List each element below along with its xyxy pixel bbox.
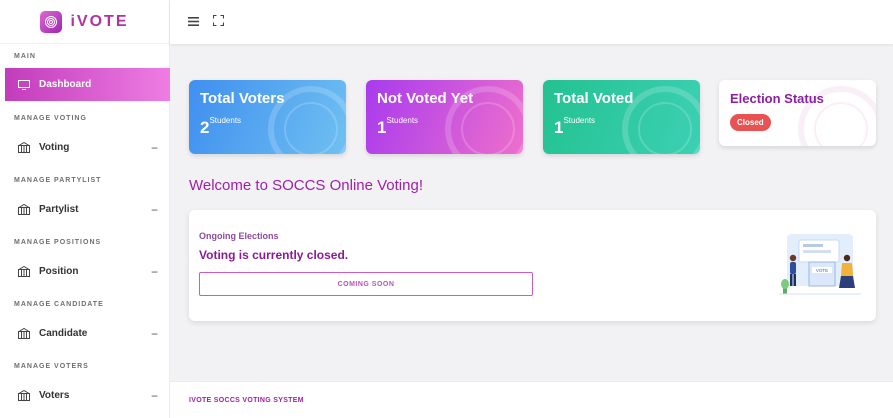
card-title: Total Voters [200, 90, 285, 107]
sidebar-item-position[interactable]: Position − [5, 255, 170, 288]
collapse-icon[interactable]: − [151, 265, 158, 279]
section-heading-partylist: MANAGE PARTYLIST [14, 177, 102, 184]
sidebar-item-label: Candidate [39, 328, 88, 339]
collapse-icon[interactable]: − [151, 141, 158, 155]
collapse-icon[interactable]: − [151, 389, 158, 403]
sidebar-item-voters[interactable]: Voters − [5, 379, 170, 412]
card-value-wrap: 1Students [377, 116, 419, 138]
sidebar: iVOTE MAIN Dashboard MANAGE VOTING Votin… [0, 0, 170, 418]
card-unit: Students [209, 116, 242, 125]
brand[interactable]: iVOTE [0, 0, 169, 44]
panel-subtitle: Ongoing Elections [199, 231, 279, 241]
voting-illustration: VOTE [779, 234, 861, 295]
sidebar-item-label: Position [39, 266, 79, 277]
section-heading-voting: MANAGE VOTING [14, 115, 87, 122]
ballot-box-icon [17, 390, 31, 402]
sidebar-item-partylist[interactable]: Partylist − [5, 193, 170, 226]
collapse-icon[interactable]: − [151, 203, 158, 217]
ballot-box-icon [17, 328, 31, 340]
coming-soon-button[interactable]: COMING SOON [199, 272, 533, 296]
card-title: Election Status [730, 91, 824, 106]
ballot-box-icon [17, 142, 31, 154]
brand-name: iVOTE [70, 12, 129, 30]
footer-text: IVOTE SOCCS VOTING SYSTEM [189, 397, 304, 404]
total-voted-card: Total Voted 1Students [543, 80, 700, 154]
card-unit: Students [386, 116, 419, 125]
topbar [170, 0, 893, 44]
collapse-icon[interactable]: − [151, 327, 158, 341]
sidebar-item-label: Voting [39, 142, 70, 153]
status-badge: Closed [730, 114, 771, 131]
ballot-box-icon [17, 204, 31, 216]
welcome-heading: Welcome to SOCCS Online Voting! [189, 177, 423, 194]
sidebar-item-label: Dashboard [39, 79, 92, 90]
section-heading-positions: MANAGE POSITIONS [14, 239, 102, 246]
sidebar-item-voting[interactable]: Voting − [5, 131, 170, 164]
section-heading-main: MAIN [14, 53, 36, 60]
section-heading-voters: MANAGE VOTERS [14, 363, 89, 370]
svg-text:VOTE: VOTE [816, 268, 828, 273]
monitor-icon [17, 79, 31, 91]
ballot-box-icon [17, 266, 31, 278]
sidebar-item-dashboard[interactable]: Dashboard [5, 68, 170, 101]
sidebar-item-candidate[interactable]: Candidate − [5, 317, 170, 350]
election-status-card: Election Status Closed [719, 80, 876, 146]
fingerprint-logo-icon [40, 10, 63, 33]
hamburger-icon[interactable] [188, 13, 199, 31]
sidebar-item-label: Partylist [39, 204, 79, 215]
card-value-wrap: 1Students [554, 116, 596, 138]
card-title: Not Voted Yet [377, 90, 474, 107]
not-voted-card: Not Voted Yet 1Students [366, 80, 523, 154]
panel-title: Voting is currently closed. [199, 248, 349, 262]
sidebar-item-label: Voters [39, 390, 70, 401]
total-voters-card: Total Voters 2Students [189, 80, 346, 154]
ongoing-elections-panel: Ongoing Elections Voting is currently cl… [189, 210, 876, 321]
footer: IVOTE SOCCS VOTING SYSTEM [170, 381, 893, 418]
card-unit: Students [563, 116, 596, 125]
card-value-wrap: 2Students [200, 116, 242, 138]
section-heading-candidate: MANAGE CANDIDATE [14, 301, 104, 308]
fullscreen-icon[interactable] [212, 13, 225, 31]
card-title: Total Voted [554, 90, 634, 107]
